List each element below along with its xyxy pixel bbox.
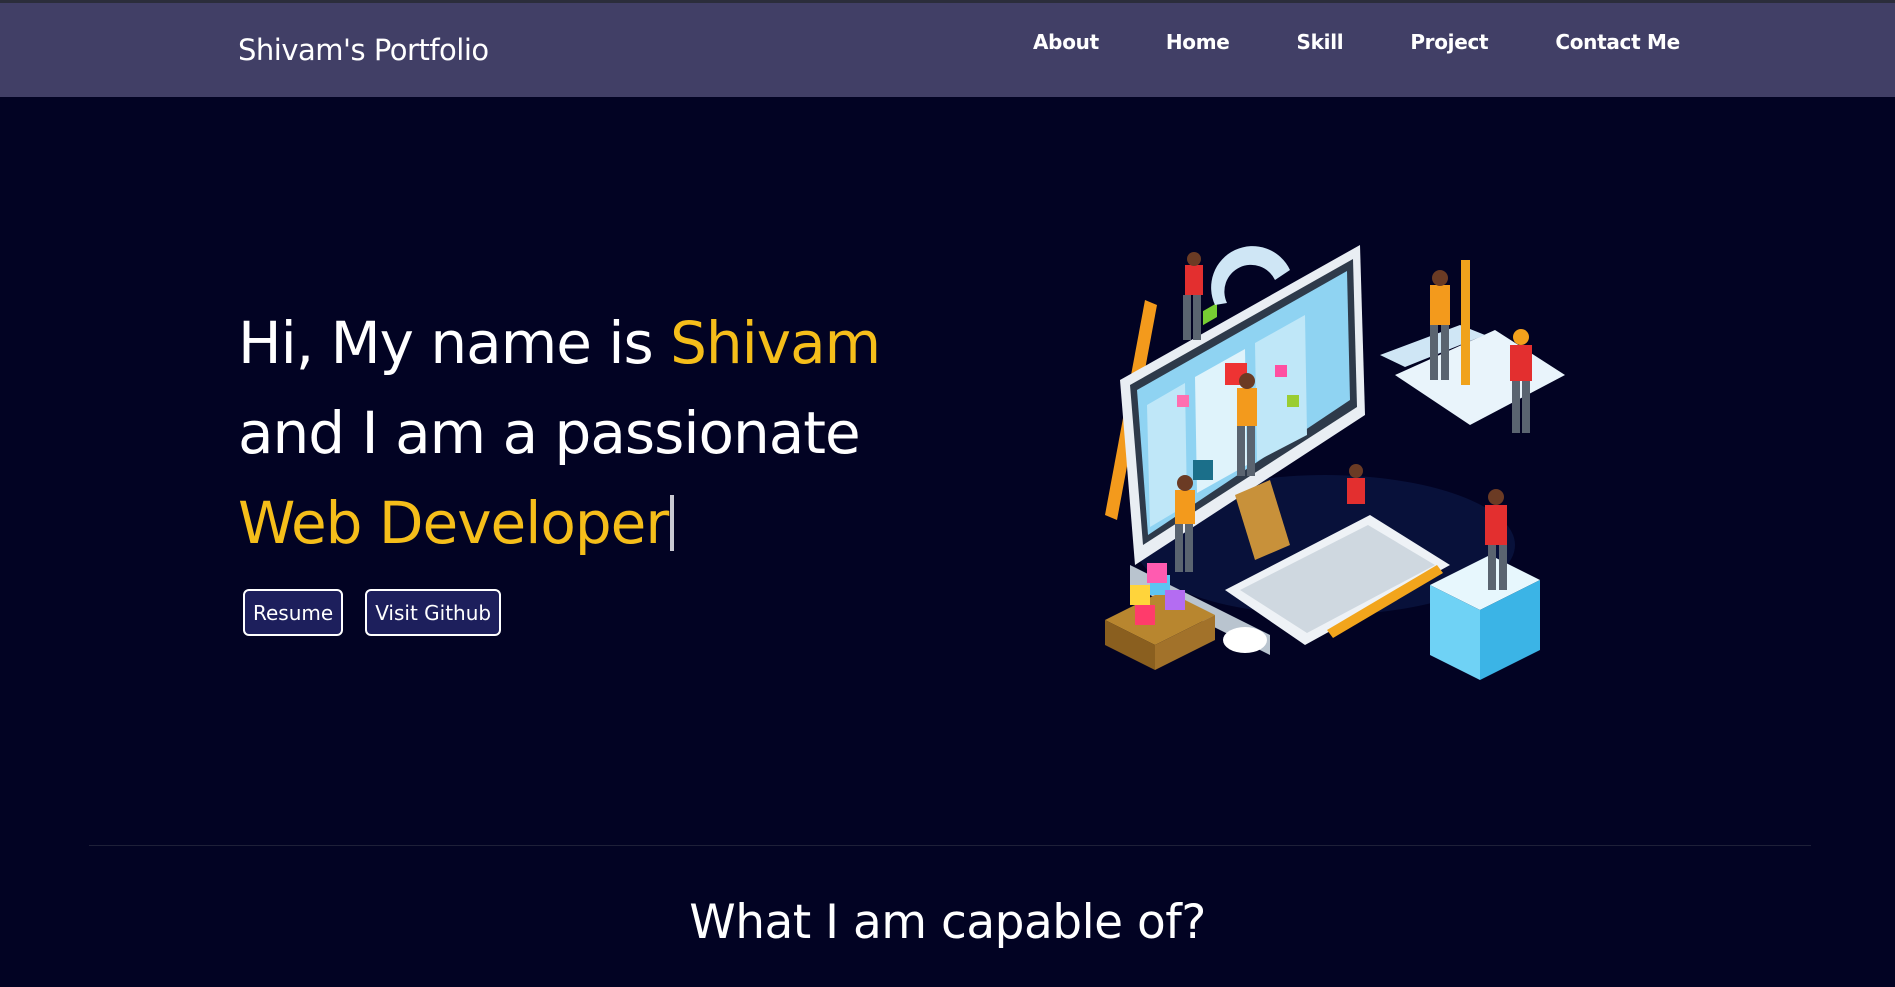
navbar: Shivam's Portfolio About Home Skill Proj… [0,3,1895,97]
nav-link-project[interactable]: Project [1410,30,1488,54]
hero-heading: Hi, My name is Shivam and I am a passion… [238,298,881,568]
section-divider [89,845,1811,846]
nav-link-home[interactable]: Home [1166,30,1230,54]
resume-button[interactable]: Resume [243,589,344,636]
hero-role: Web Developer [238,489,669,557]
hero-name: Shivam [670,309,881,377]
hero-buttons: Resume Visit Github [243,589,502,636]
nav-links: About Home Skill Project Contact Me [1033,30,1680,54]
developer-team-illustration [1105,245,1565,680]
hero-line-2: and I am a passionate [238,399,861,467]
typing-cursor [670,495,675,551]
github-button[interactable]: Visit Github [365,589,502,636]
nav-link-about[interactable]: About [1033,30,1099,54]
hero-line-3: Web Developer [238,478,880,568]
hero-intro: Hi, My name is [238,309,671,377]
section-title: What I am capable of? [689,895,1206,950]
brand-title[interactable]: Shivam's Portfolio [238,33,489,67]
hero-line-1: Hi, My name is Shivam [238,298,881,388]
nav-link-skill[interactable]: Skill [1297,30,1344,54]
nav-link-contact[interactable]: Contact Me [1555,30,1680,54]
